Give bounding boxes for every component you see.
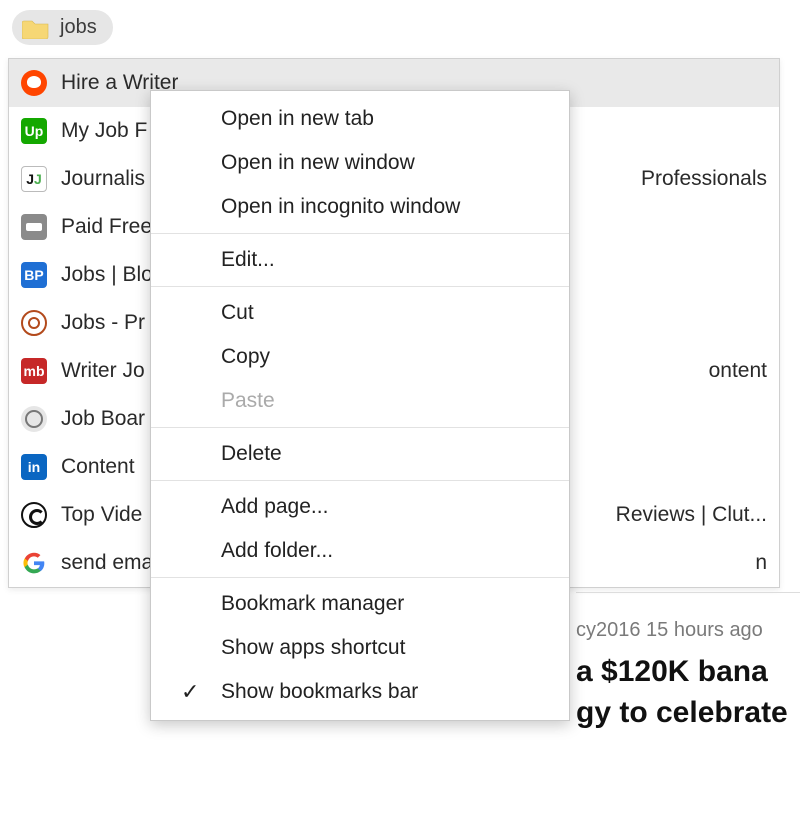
bookmark-label-tail: Professionals <box>633 167 767 191</box>
bookmark-label: Job Boar <box>61 407 145 431</box>
bookmark-label: send ema <box>61 551 153 575</box>
ctx-item-label: Delete <box>221 442 282 466</box>
megaphone-icon <box>21 214 47 240</box>
mediabistro-icon: mb <box>21 358 47 384</box>
post-title-line: a $120K bana <box>576 655 768 688</box>
ctx-item-label: Open in new tab <box>221 107 374 131</box>
post-meta: cy2016 15 hours ago <box>576 619 800 642</box>
bookmark-label: Content <box>61 455 135 479</box>
bookmark-label: Jobs - Pr <box>61 311 145 335</box>
content-divider <box>576 592 800 593</box>
linkedin-icon: in <box>21 454 47 480</box>
menu-separator <box>151 427 569 428</box>
bookmark-label: Journalis <box>61 167 145 191</box>
ctx-item-label: Paste <box>221 389 275 413</box>
ctx-item-label: Add folder... <box>221 539 333 563</box>
problogger-icon <box>21 310 47 336</box>
bookmark-label-tail: ontent <box>701 359 767 383</box>
bookmark-label: Paid Free <box>61 215 152 239</box>
ctx-delete[interactable]: Delete <box>151 432 569 476</box>
clutch-icon <box>21 502 47 528</box>
ctx-copy[interactable]: Copy <box>151 335 569 379</box>
ctx-item-label: Edit... <box>221 248 275 272</box>
page-content-background: cy2016 15 hours ago a $120K bana gy to c… <box>576 592 800 733</box>
ctx-item-label: Show apps shortcut <box>221 636 405 660</box>
ctx-open-in-incognito-window[interactable]: Open in incognito window <box>151 185 569 229</box>
menu-separator <box>151 480 569 481</box>
check-icon: ✓ <box>181 679 199 705</box>
ctx-item-label: Copy <box>221 345 270 369</box>
folder-icon <box>22 17 50 39</box>
journalism-jobs-icon: JJ <box>21 166 47 192</box>
bookmark-label: Jobs | Blo <box>61 263 153 287</box>
bookmark-context-menu: Open in new tab Open in new window Open in… <box>150 90 570 721</box>
ctx-bookmark-manager[interactable]: Bookmark manager <box>151 582 569 626</box>
upwork-icon: Up <box>21 118 47 144</box>
ctx-show-bookmarks-bar[interactable]: ✓ Show bookmarks bar <box>151 670 569 714</box>
menu-separator <box>151 233 569 234</box>
ctx-show-apps-shortcut[interactable]: Show apps shortcut <box>151 626 569 670</box>
bookmark-label: Writer Jo <box>61 359 145 383</box>
reddit-icon <box>21 70 47 96</box>
ctx-open-in-new-tab[interactable]: Open in new tab <box>151 97 569 141</box>
bookmark-folder-chip[interactable]: jobs <box>12 10 113 45</box>
google-icon <box>21 550 47 576</box>
menu-separator <box>151 286 569 287</box>
job-board-icon <box>21 406 47 432</box>
post-title[interactable]: a $120K bana gy to celebrate <box>576 652 800 733</box>
ctx-item-label: Cut <box>221 301 254 325</box>
ctx-item-label: Add page... <box>221 495 328 519</box>
ctx-add-page[interactable]: Add page... <box>151 485 569 529</box>
menu-separator <box>151 577 569 578</box>
ctx-cut[interactable]: Cut <box>151 291 569 335</box>
ctx-paste: Paste <box>151 379 569 423</box>
ctx-item-label: Open in new window <box>221 151 415 175</box>
bookmark-label-tail: n <box>747 551 767 575</box>
blogging-pro-icon: BP <box>21 262 47 288</box>
folder-name: jobs <box>60 16 97 39</box>
ctx-item-label: Open in incognito window <box>221 195 460 219</box>
post-title-line: gy to celebrate <box>576 696 788 729</box>
ctx-edit[interactable]: Edit... <box>151 238 569 282</box>
bookmark-label: My Job F <box>61 119 147 143</box>
bookmark-label-tail: Reviews | Clut... <box>608 503 767 527</box>
ctx-item-label: Bookmark manager <box>221 592 404 616</box>
ctx-item-label: Show bookmarks bar <box>221 680 418 704</box>
bookmark-label: Top Vide <box>61 503 142 527</box>
ctx-add-folder[interactable]: Add folder... <box>151 529 569 573</box>
ctx-open-in-new-window[interactable]: Open in new window <box>151 141 569 185</box>
